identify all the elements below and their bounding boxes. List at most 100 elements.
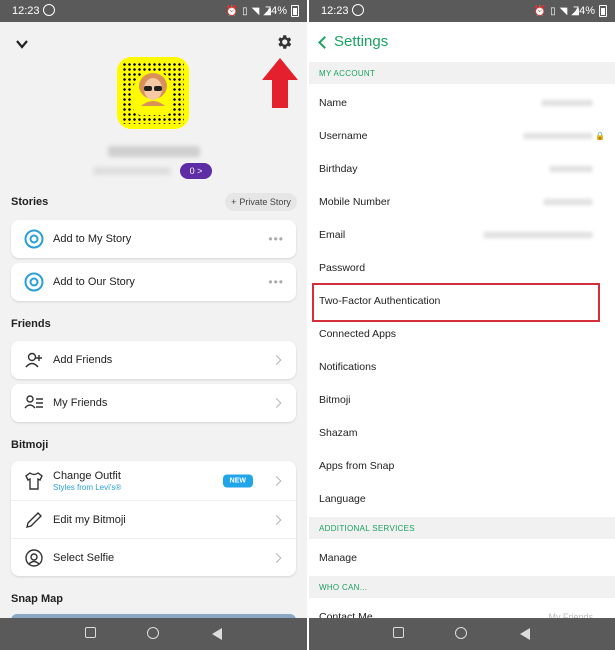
battery-icon: [291, 5, 299, 17]
whatsapp-icon: w: [352, 4, 364, 16]
settings-item-username[interactable]: Username 🔒: [309, 119, 615, 152]
username-value-redacted: [523, 132, 593, 139]
android-nav-bar: [0, 618, 307, 650]
add-friends-label: Add Friends: [53, 354, 113, 366]
plus-icon: +: [231, 197, 237, 207]
chevron-down-icon[interactable]: [16, 38, 28, 50]
settings-item-mobile-number[interactable]: Mobile Number: [309, 185, 615, 218]
settings-item-email[interactable]: Email: [309, 218, 615, 251]
snap-score-badge[interactable]: 0 >: [180, 163, 212, 179]
camera-icon: [24, 272, 44, 292]
chevron-right-icon: [271, 355, 282, 365]
settings-header: Settings: [309, 22, 615, 62]
friends-list-icon: [24, 395, 43, 409]
settings-item-manage[interactable]: Manage: [309, 541, 615, 574]
settings-item-shazam[interactable]: Shazam: [309, 416, 615, 449]
more-options-icon[interactable]: •••: [268, 232, 284, 246]
camera-icon: [24, 229, 44, 249]
settings-item-bitmoji[interactable]: Bitmoji: [309, 383, 615, 416]
red-arrow-annotation: [262, 58, 298, 108]
wifi-icon: ◥: [559, 5, 568, 17]
stories-heading: Stories: [11, 196, 49, 208]
list-item[interactable]: My Friends: [11, 384, 296, 422]
add-to-our-story-label: Add to Our Story: [53, 276, 135, 288]
android-nav-bar: [309, 618, 615, 650]
list-item[interactable]: Add Friends: [11, 341, 296, 379]
chevron-right-icon: [271, 514, 282, 525]
screenshot-root: 12:23 w ⏰ ▯ ◥ ◢ 74%: [0, 0, 615, 650]
section-who-can: WHO CAN...: [309, 576, 615, 598]
status-time: 12:23: [12, 5, 40, 17]
name-value-redacted: [541, 99, 593, 106]
list-item[interactable]: Add to My Story •••: [11, 220, 296, 258]
recents-button[interactable]: [85, 627, 96, 638]
edit-bitmoji-label: Edit my Bitmoji: [53, 513, 126, 526]
display-name-redacted: [108, 146, 200, 157]
wifi-icon: ◥: [251, 5, 260, 17]
settings-item-connected-apps[interactable]: Connected Apps: [309, 317, 615, 350]
list-item[interactable]: Change Outfit Styles from Levi's® NEW: [11, 461, 296, 500]
settings-item-language[interactable]: Language: [309, 482, 615, 515]
profile-screen: 12:23 w ⏰ ▯ ◥ ◢ 74%: [0, 0, 307, 650]
settings-item-apps-from-snap[interactable]: Apps from Snap: [309, 449, 615, 482]
lock-icon: 🔒: [595, 131, 605, 140]
bitmoji-avatar: [139, 73, 167, 106]
birthday-value-redacted: [549, 165, 593, 172]
list-item[interactable]: Select Selfie: [11, 538, 296, 576]
settings-item-name[interactable]: Name: [309, 86, 615, 119]
snap-map-heading: Snap Map: [11, 593, 63, 605]
new-badge: NEW: [222, 474, 253, 487]
bitmoji-heading: Bitmoji: [11, 439, 49, 451]
add-to-my-story-label: Add to My Story: [53, 233, 132, 245]
whatsapp-icon: w: [43, 4, 55, 16]
chevron-right-icon: [271, 475, 282, 486]
private-story-button[interactable]: + Private Story: [225, 193, 297, 211]
my-friends-card[interactable]: My Friends: [11, 384, 296, 422]
mobile-value-redacted: [543, 198, 593, 205]
back-chevron-icon[interactable]: [318, 36, 331, 49]
select-selfie-label: Select Selfie: [53, 551, 115, 564]
tshirt-icon: [25, 471, 43, 490]
list-item[interactable]: Edit my Bitmoji: [11, 500, 296, 538]
vibrate-icon: ▯: [242, 5, 248, 17]
settings-screen: 12:23 w ⏰ ▯ ◥ ◢ 74% Settings MY ACCOUNT …: [309, 0, 615, 650]
status-bar: 12:23 w ⏰ ▯ ◥ ◢ 74%: [0, 0, 307, 22]
settings-item-password[interactable]: Password: [309, 251, 615, 284]
add-friends-card[interactable]: Add Friends: [11, 341, 296, 379]
back-button[interactable]: [212, 628, 222, 640]
add-to-our-story-card[interactable]: Add to Our Story •••: [11, 263, 296, 301]
add-friend-icon: [25, 352, 42, 368]
settings-item-birthday[interactable]: Birthday: [309, 152, 615, 185]
battery-icon: [599, 5, 607, 17]
home-button[interactable]: [455, 627, 467, 639]
battery-percent: 74%: [264, 5, 287, 17]
bitmoji-card: Change Outfit Styles from Levi's® NEW Ed…: [11, 461, 296, 576]
pencil-icon: [26, 511, 42, 528]
my-friends-label: My Friends: [53, 397, 108, 409]
recents-button[interactable]: [393, 627, 404, 638]
add-to-my-story-card[interactable]: Add to My Story •••: [11, 220, 296, 258]
status-bar: 12:23 w ⏰ ▯ ◥ ◢ 74%: [309, 0, 615, 22]
more-options-icon[interactable]: •••: [268, 275, 284, 289]
chevron-right-icon: [271, 552, 282, 563]
settings-item-notifications[interactable]: Notifications: [309, 350, 615, 383]
section-additional-services: ADDITIONAL SERVICES: [309, 517, 615, 539]
email-value-redacted: [483, 231, 593, 238]
alarm-icon: ⏰: [225, 5, 239, 17]
back-button[interactable]: [520, 628, 530, 640]
battery-percent: 74%: [572, 5, 595, 17]
home-button[interactable]: [147, 627, 159, 639]
vibrate-icon: ▯: [550, 5, 556, 17]
list-item[interactable]: Add to Our Story •••: [11, 263, 296, 301]
chevron-right-icon: [271, 398, 282, 408]
page-title: Settings: [334, 33, 389, 50]
change-outfit-label: Change Outfit: [53, 469, 121, 482]
status-time: 12:23: [321, 5, 349, 17]
alarm-icon: ⏰: [533, 5, 547, 17]
section-my-account: MY ACCOUNT: [309, 62, 615, 84]
change-outfit-subtitle: Styles from Levi's®: [53, 482, 122, 492]
friends-heading: Friends: [11, 318, 51, 330]
username-redacted: [93, 167, 171, 175]
selfie-icon: [25, 548, 43, 567]
gear-icon[interactable]: [275, 33, 293, 51]
